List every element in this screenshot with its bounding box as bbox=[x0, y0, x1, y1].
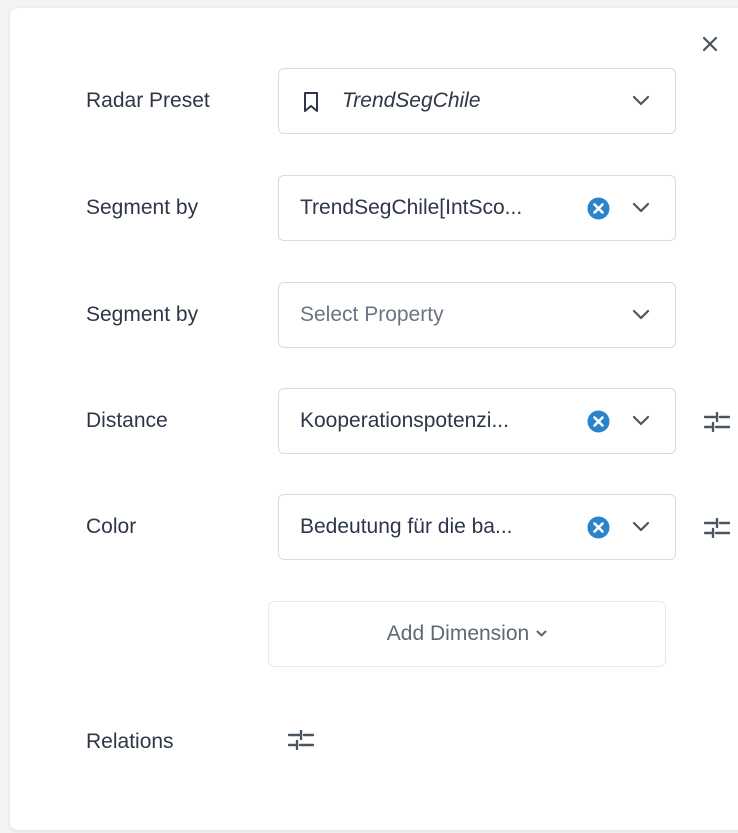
distance-settings-icon[interactable] bbox=[704, 412, 730, 432]
relations-settings-icon[interactable] bbox=[288, 730, 314, 750]
clear-selection-icon[interactable] bbox=[587, 410, 610, 433]
distance-select[interactable]: Kooperationspotenzi... bbox=[278, 388, 676, 454]
clear-selection-icon[interactable] bbox=[587, 516, 610, 539]
chevron-down-icon bbox=[632, 309, 650, 320]
chevron-down-icon bbox=[632, 415, 650, 426]
distance-value: Kooperationspotenzi... bbox=[300, 409, 509, 432]
color-label: Color bbox=[86, 515, 137, 538]
chevron-down-icon bbox=[632, 521, 650, 532]
add-dimension-label: Add Dimension bbox=[386, 622, 530, 645]
color-settings-icon[interactable] bbox=[704, 518, 730, 538]
color-select[interactable]: Bedeutung für die ba... bbox=[278, 494, 676, 560]
radar-preset-value: TrendSegChile bbox=[342, 89, 481, 112]
color-value: Bedeutung für die ba... bbox=[300, 515, 513, 538]
clear-selection-icon[interactable] bbox=[587, 197, 610, 220]
radar-preset-label: Radar Preset bbox=[86, 89, 210, 112]
bookmark-icon bbox=[304, 92, 318, 112]
relations-label: Relations bbox=[86, 730, 174, 753]
add-dimension-button[interactable]: Add Dimension bbox=[268, 601, 666, 667]
segment-by-value: TrendSegChile[IntSco... bbox=[300, 196, 523, 219]
chevron-down-icon bbox=[632, 202, 650, 213]
segment-by-label: Segment by bbox=[86, 196, 199, 219]
segment-by-label: Segment by bbox=[86, 303, 199, 326]
close-button[interactable] bbox=[698, 32, 722, 56]
select-property-placeholder: Select Property bbox=[300, 303, 444, 326]
chevron-down-icon bbox=[536, 630, 547, 637]
segment-by-select[interactable]: TrendSegChile[IntSco... bbox=[278, 175, 676, 241]
close-icon bbox=[702, 36, 718, 52]
radar-settings-panel: Radar Preset TrendSegChile Segment by Tr… bbox=[10, 8, 738, 830]
distance-label: Distance bbox=[86, 409, 168, 432]
segment-by-select-empty[interactable]: Select Property bbox=[278, 282, 676, 348]
radar-preset-select[interactable]: TrendSegChile bbox=[278, 68, 676, 134]
chevron-down-icon bbox=[632, 95, 650, 106]
